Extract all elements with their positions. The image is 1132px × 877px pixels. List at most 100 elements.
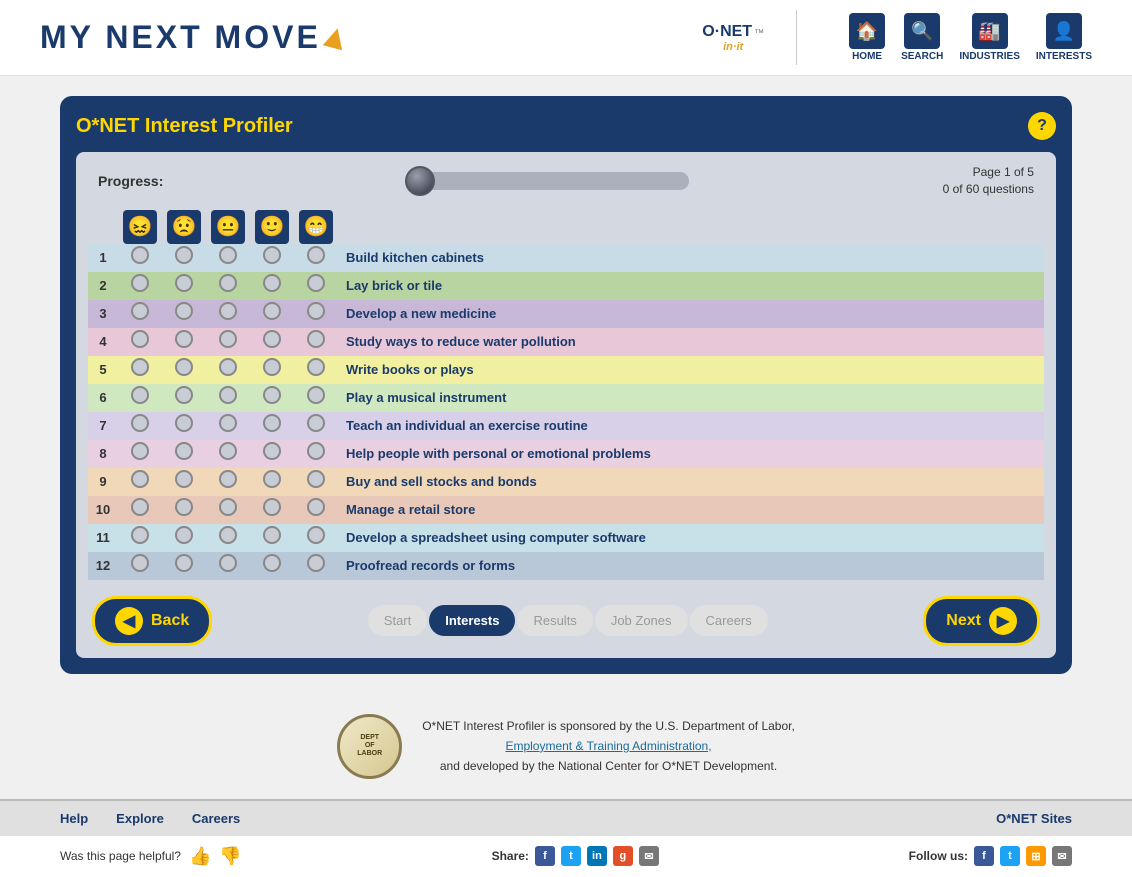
twitter-follow-icon[interactable]: t (1000, 846, 1020, 866)
nav-search[interactable]: 🔍 SEARCH (901, 13, 943, 62)
radio-q4-r2[interactable] (162, 328, 206, 356)
radio-q11-r5[interactable] (294, 524, 338, 552)
radio-circle[interactable] (175, 358, 193, 376)
radio-circle[interactable] (175, 414, 193, 432)
radio-circle[interactable] (307, 358, 325, 376)
linkedin-share-icon[interactable]: in (587, 846, 607, 866)
radio-q12-r1[interactable] (118, 552, 162, 580)
radio-q4-r3[interactable] (206, 328, 250, 356)
radio-circle[interactable] (131, 302, 149, 320)
step-job-zones[interactable]: Job Zones (595, 605, 688, 636)
email-share-icon[interactable]: ✉ (639, 846, 659, 866)
google-share-icon[interactable]: g (613, 846, 633, 866)
next-button[interactable]: Next ▶ (923, 596, 1040, 646)
radio-q4-r5[interactable] (294, 328, 338, 356)
radio-q10-r4[interactable] (250, 496, 294, 524)
radio-circle[interactable] (175, 498, 193, 516)
radio-q12-r4[interactable] (250, 552, 294, 580)
radio-q5-r1[interactable] (118, 356, 162, 384)
radio-circle[interactable] (263, 330, 281, 348)
radio-circle[interactable] (307, 274, 325, 292)
radio-circle[interactable] (307, 414, 325, 432)
radio-circle[interactable] (131, 414, 149, 432)
radio-q6-r5[interactable] (294, 384, 338, 412)
thumbs-up-button[interactable]: 👍 (189, 846, 211, 867)
radio-q10-r5[interactable] (294, 496, 338, 524)
rss-follow-icon[interactable]: ⊞ (1026, 846, 1046, 866)
radio-circle[interactable] (175, 470, 193, 488)
radio-q11-r2[interactable] (162, 524, 206, 552)
radio-q5-r3[interactable] (206, 356, 250, 384)
radio-circle[interactable] (307, 302, 325, 320)
radio-q6-r3[interactable] (206, 384, 250, 412)
radio-circle[interactable] (131, 358, 149, 376)
help-link[interactable]: Help (60, 811, 88, 826)
radio-q12-r5[interactable] (294, 552, 338, 580)
radio-q2-r4[interactable] (250, 272, 294, 300)
radio-q9-r4[interactable] (250, 468, 294, 496)
radio-q4-r4[interactable] (250, 328, 294, 356)
radio-q10-r3[interactable] (206, 496, 250, 524)
radio-circle[interactable] (263, 498, 281, 516)
radio-q3-r1[interactable] (118, 300, 162, 328)
radio-circle[interactable] (263, 554, 281, 572)
radio-q3-r4[interactable] (250, 300, 294, 328)
radio-circle[interactable] (131, 498, 149, 516)
radio-q8-r2[interactable] (162, 440, 206, 468)
radio-q10-r1[interactable] (118, 496, 162, 524)
radio-q7-r2[interactable] (162, 412, 206, 440)
radio-q9-r1[interactable] (118, 468, 162, 496)
facebook-share-icon[interactable]: f (535, 846, 555, 866)
radio-q7-r4[interactable] (250, 412, 294, 440)
radio-q3-r3[interactable] (206, 300, 250, 328)
radio-q7-r5[interactable] (294, 412, 338, 440)
radio-q3-r5[interactable] (294, 300, 338, 328)
radio-q8-r3[interactable] (206, 440, 250, 468)
radio-circle[interactable] (263, 302, 281, 320)
radio-q5-r2[interactable] (162, 356, 206, 384)
radio-circle[interactable] (219, 274, 237, 292)
radio-circle[interactable] (175, 274, 193, 292)
radio-q5-r5[interactable] (294, 356, 338, 384)
radio-q8-r5[interactable] (294, 440, 338, 468)
radio-circle[interactable] (131, 526, 149, 544)
radio-circle[interactable] (175, 330, 193, 348)
radio-circle[interactable] (307, 554, 325, 572)
radio-q6-r4[interactable] (250, 384, 294, 412)
radio-q2-r3[interactable] (206, 272, 250, 300)
radio-circle[interactable] (175, 554, 193, 572)
step-interests[interactable]: Interests (429, 605, 515, 636)
radio-q4-r1[interactable] (118, 328, 162, 356)
radio-circle[interactable] (307, 470, 325, 488)
radio-q11-r4[interactable] (250, 524, 294, 552)
radio-q6-r1[interactable] (118, 384, 162, 412)
back-button[interactable]: ◀ Back (92, 596, 212, 646)
radio-circle[interactable] (131, 330, 149, 348)
nav-interests[interactable]: 👤 INTERESTS (1036, 13, 1092, 62)
radio-circle[interactable] (131, 470, 149, 488)
radio-circle[interactable] (263, 442, 281, 460)
step-start[interactable]: Start (368, 605, 427, 636)
radio-circle[interactable] (263, 470, 281, 488)
email-follow-icon[interactable]: ✉ (1052, 846, 1072, 866)
radio-q9-r2[interactable] (162, 468, 206, 496)
radio-circle[interactable] (263, 414, 281, 432)
radio-circle[interactable] (219, 442, 237, 460)
thumbs-down-button[interactable]: 👎 (219, 846, 241, 867)
radio-circle[interactable] (219, 330, 237, 348)
nav-industries[interactable]: 🏭 INDUSTRIES (959, 13, 1020, 62)
radio-circle[interactable] (307, 526, 325, 544)
radio-circle[interactable] (219, 246, 237, 264)
radio-q11-r3[interactable] (206, 524, 250, 552)
radio-q2-r2[interactable] (162, 272, 206, 300)
radio-q2-r1[interactable] (118, 272, 162, 300)
radio-q8-r1[interactable] (118, 440, 162, 468)
radio-q12-r3[interactable] (206, 552, 250, 580)
step-results[interactable]: Results (517, 605, 592, 636)
radio-q1-r3[interactable] (206, 244, 250, 272)
radio-circle[interactable] (263, 526, 281, 544)
radio-circle[interactable] (263, 358, 281, 376)
radio-circle[interactable] (219, 470, 237, 488)
radio-circle[interactable] (307, 386, 325, 404)
employment-training-link[interactable]: Employment & Training Administration, (505, 739, 711, 753)
